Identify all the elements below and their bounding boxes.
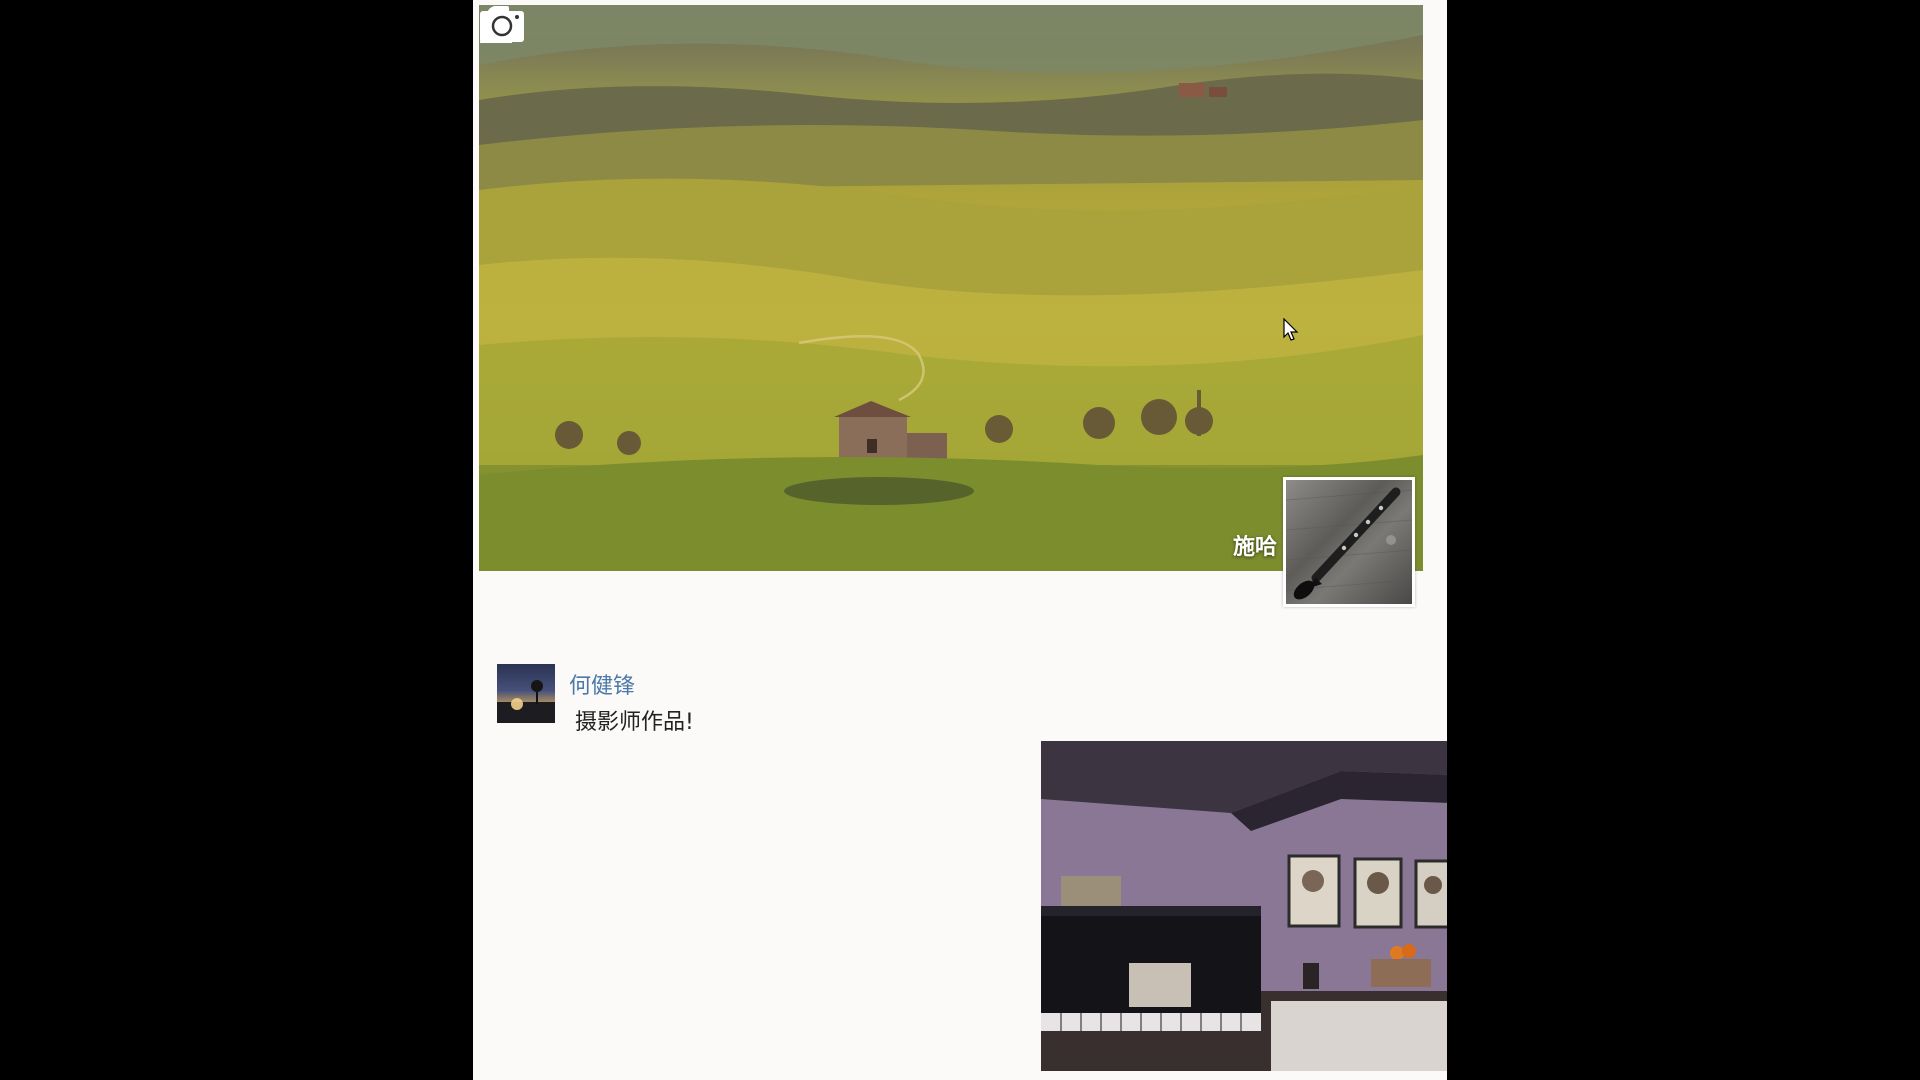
sunset-tree-image	[497, 680, 555, 723]
profile-name: 施哈	[1232, 535, 1277, 560]
piano-room-image	[1041, 741, 1447, 1071]
author-avatar[interactable]	[497, 664, 555, 723]
mouse-cursor-icon	[1283, 318, 1299, 341]
landscape-illustration	[479, 5, 1423, 571]
moments-page: 施哈 何健锋 摄影师作品!	[473, 0, 1447, 1080]
cover-photo[interactable]: 施哈	[479, 5, 1423, 571]
profile-avatar[interactable]	[1283, 477, 1415, 607]
post-text: 摄影师作品!	[575, 710, 694, 735]
post-photo-piano[interactable]	[1041, 741, 1447, 1071]
camera-icon[interactable]	[479, 5, 525, 43]
post-author-name[interactable]: 何健锋	[569, 668, 635, 700]
clarinet-image	[1286, 487, 1412, 600]
